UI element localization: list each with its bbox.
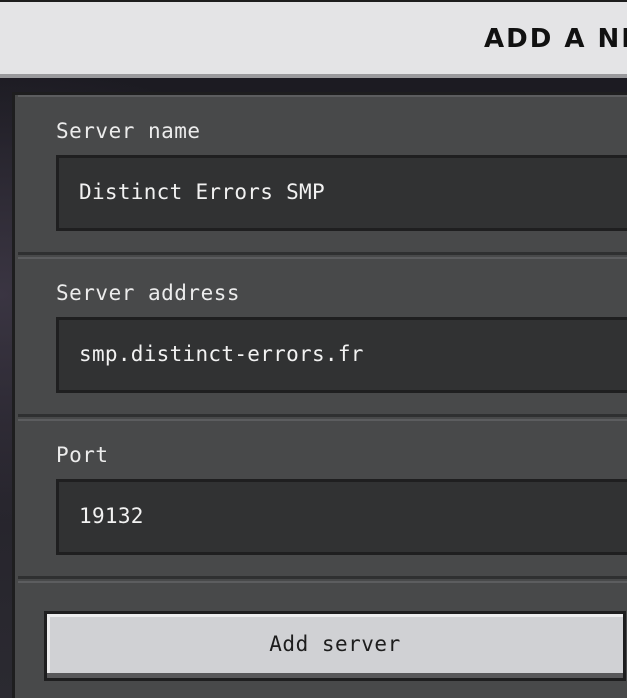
add-server-button[interactable]: Add server: [44, 611, 626, 681]
server-name-value: Distinct Errors SMP: [79, 180, 325, 204]
server-address-label: Server address: [56, 281, 241, 305]
port-value: 19132: [79, 504, 144, 528]
port-field[interactable]: 19132: [56, 479, 627, 555]
server-name-label: Server name: [56, 119, 201, 143]
server-name-field[interactable]: Distinct Errors SMP: [56, 155, 627, 231]
port-label: Port: [56, 443, 109, 467]
server-form: Server name Distinct Errors SMP Server a…: [12, 92, 627, 698]
dialog-title: ADD A NE: [484, 24, 627, 54]
server-address-field[interactable]: smp.distinct-errors.fr: [56, 317, 627, 393]
dialog-header: ADD A NE: [0, 0, 627, 78]
server-address-section: Server address smp.distinct-errors.fr: [18, 257, 627, 417]
server-name-section: Server name Distinct Errors SMP: [18, 95, 627, 255]
add-server-button-label: Add server: [269, 632, 401, 656]
server-address-value: smp.distinct-errors.fr: [79, 342, 364, 366]
port-section: Port 19132: [18, 419, 627, 579]
submit-section: Add server: [18, 581, 627, 698]
